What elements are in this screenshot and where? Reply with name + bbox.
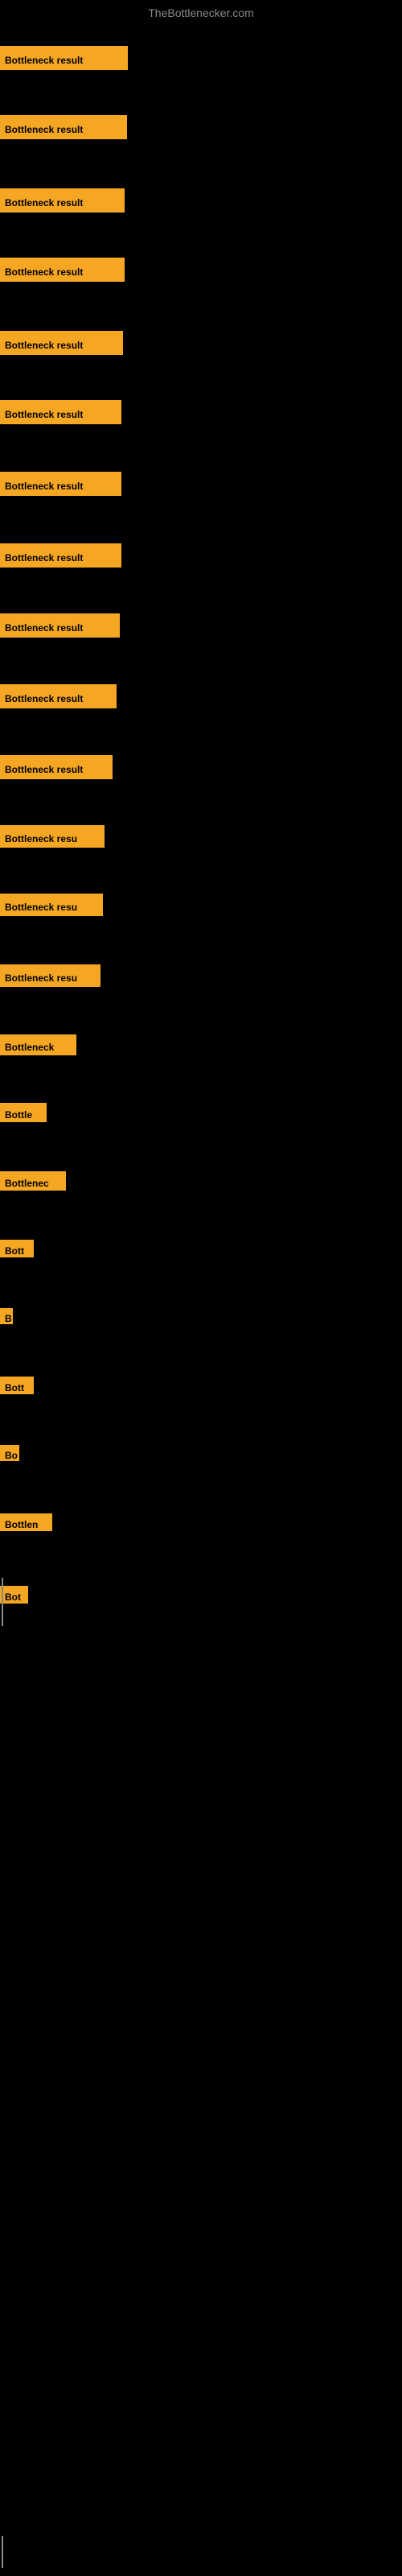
badge-23[interactable]: Bot	[0, 1586, 28, 1604]
badge-22[interactable]: Bottlen	[0, 1513, 52, 1531]
badge-21[interactable]: Bo	[0, 1445, 19, 1461]
badge-6[interactable]: Bottleneck result	[0, 400, 121, 424]
badge-8[interactable]: Bottleneck result	[0, 543, 121, 568]
badge-5[interactable]: Bottleneck result	[0, 331, 123, 355]
badge-3[interactable]: Bottleneck result	[0, 188, 125, 213]
badge-9[interactable]: Bottleneck result	[0, 613, 120, 638]
badge-12[interactable]: Bottleneck resu	[0, 825, 105, 848]
line-1	[2, 1578, 3, 1626]
badge-4[interactable]: Bottleneck result	[0, 258, 125, 282]
line-2	[2, 2536, 3, 2568]
badge-17[interactable]: Bottlenec	[0, 1171, 66, 1191]
badge-11[interactable]: Bottleneck result	[0, 755, 113, 779]
badge-7[interactable]: Bottleneck result	[0, 472, 121, 496]
badge-20[interactable]: Bott	[0, 1377, 34, 1394]
badge-13[interactable]: Bottleneck resu	[0, 894, 103, 916]
badge-19[interactable]: B	[0, 1308, 13, 1324]
badge-16[interactable]: Bottle	[0, 1103, 47, 1122]
badge-14[interactable]: Bottleneck resu	[0, 964, 100, 987]
badge-15[interactable]: Bottleneck	[0, 1034, 76, 1055]
badge-2[interactable]: Bottleneck result	[0, 115, 127, 139]
site-title: TheBottlenecker.com	[0, 6, 402, 19]
badge-1[interactable]: Bottleneck result	[0, 46, 128, 70]
badge-10[interactable]: Bottleneck result	[0, 684, 117, 708]
badge-18[interactable]: Bott	[0, 1240, 34, 1257]
